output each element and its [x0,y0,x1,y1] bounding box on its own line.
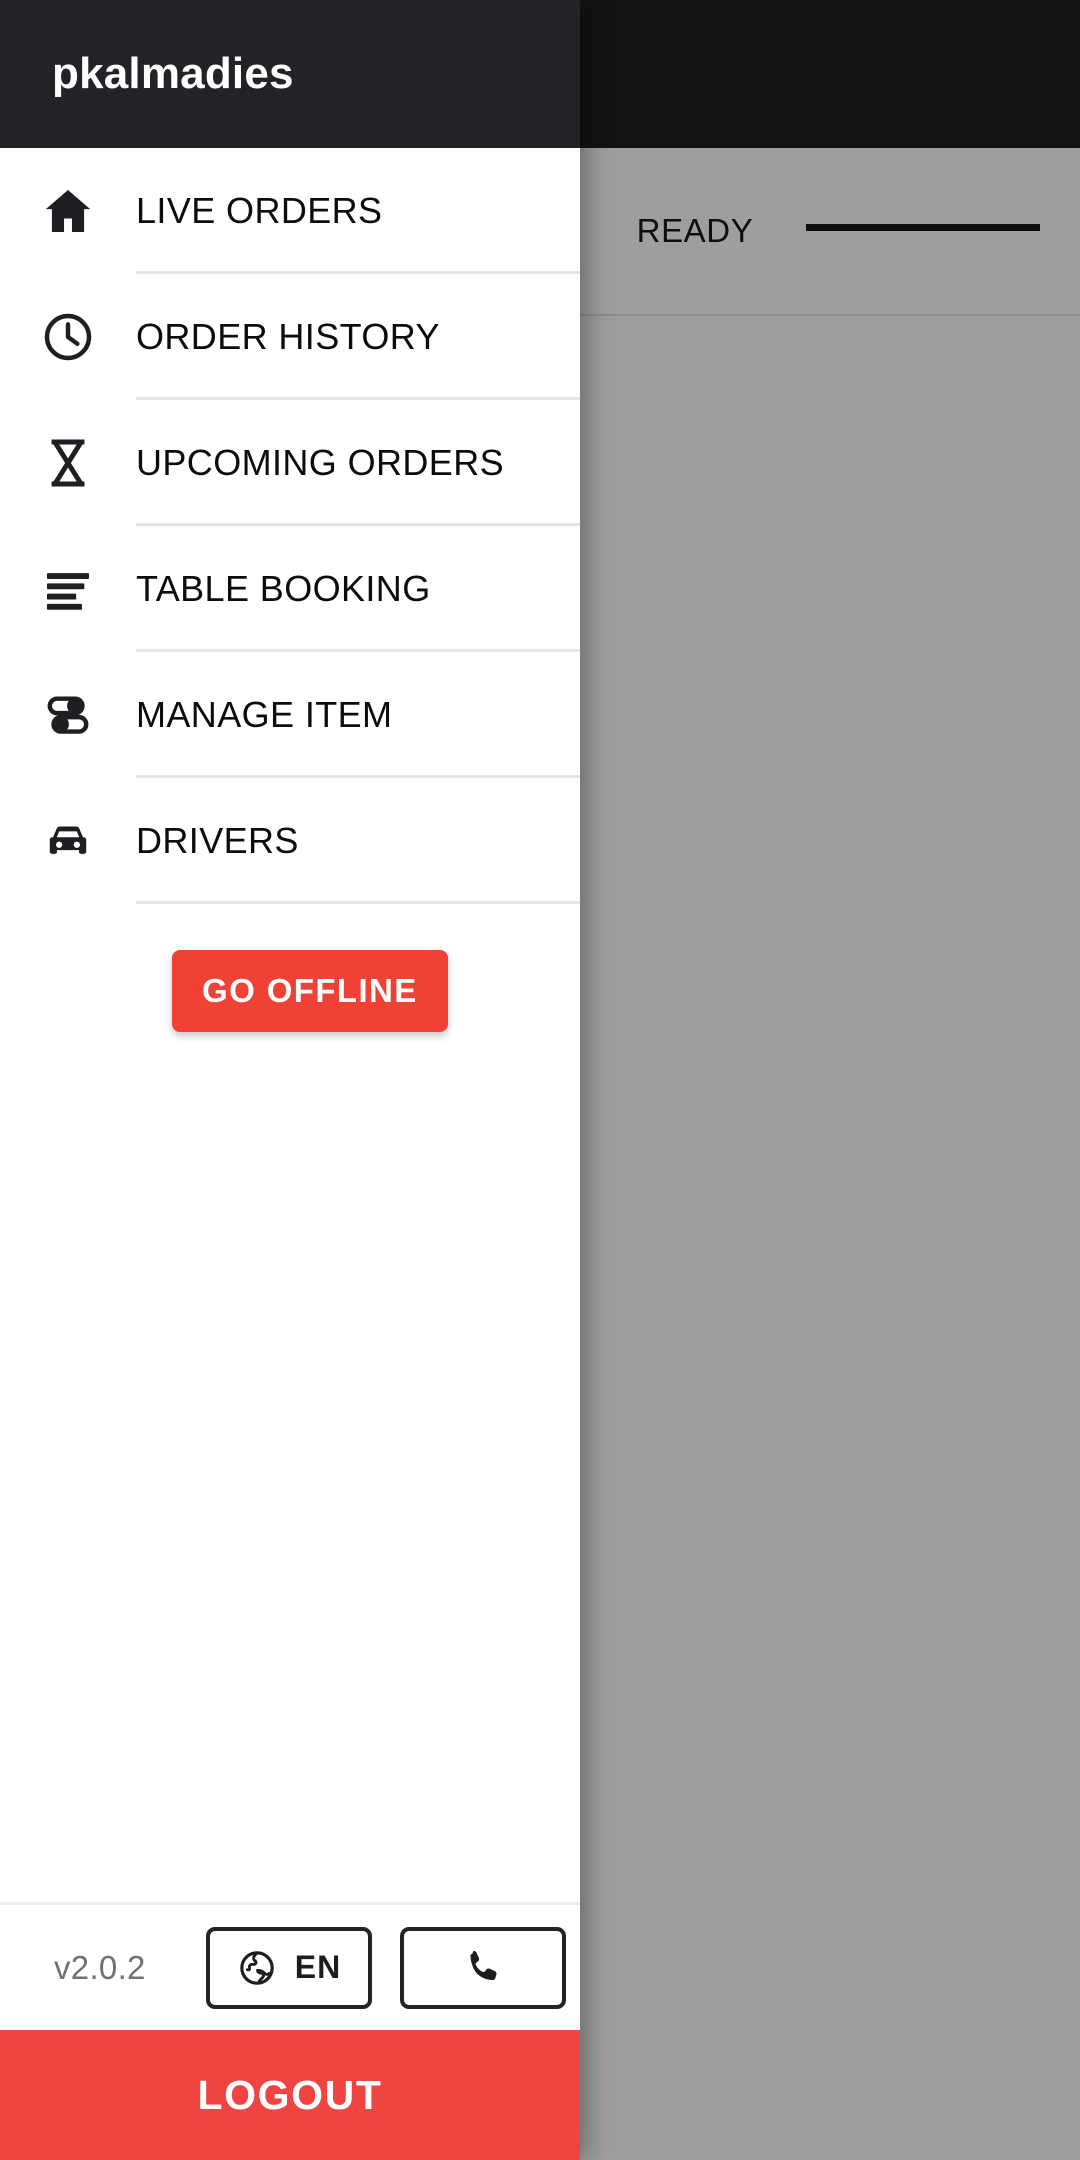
language-button[interactable]: EN [206,1926,372,2009]
sidebar-item-label: DRIVERS [136,820,299,861]
sidebar-item-label: MANAGE ITEM [136,694,393,735]
clock-icon [0,309,136,365]
logout-label: LOGOUT [197,2071,383,2118]
offline-button-row: GO OFFLINE [0,904,580,1032]
drawer-menu-list: LIVE ORDERS ORDER HISTORY UPCOMING ORDER… [0,148,580,904]
hourglass-icon [0,435,136,491]
logout-button[interactable]: LOGOUT [0,2030,580,2160]
menu-divider [136,901,580,904]
drawer-title: pkalmadies [52,49,294,98]
sidebar-item-manage-item[interactable]: MANAGE ITEM [0,652,580,778]
sidebar-item-label: LIVE ORDERS [136,190,383,231]
sidebar-item-drivers[interactable]: DRIVERS [0,778,580,904]
language-label: EN [294,1949,342,1985]
app-version-label: v2.0.2 [54,1948,146,1986]
sidebar-item-table-booking[interactable]: TABLE BOOKING [0,526,580,652]
drawer-header: pkalmadies [0,0,580,148]
list-lines-icon [0,561,136,617]
sidebar-item-label: TABLE BOOKING [136,568,431,609]
phone-icon [460,1945,506,1991]
sidebar-item-order-history[interactable]: ORDER HISTORY [0,274,580,400]
navigation-drawer: pkalmadies LIVE ORDERS ORDER HISTORY UPC… [0,0,580,2160]
home-icon [0,183,136,239]
sidebar-item-live-orders[interactable]: LIVE ORDERS [0,148,580,274]
sidebar-item-upcoming-orders[interactable]: UPCOMING ORDERS [0,400,580,526]
sidebar-item-label: UPCOMING ORDERS [136,442,505,483]
globe-icon [237,1948,277,1988]
drawer-footer: v2.0.2 EN [0,1902,580,2030]
car-icon [0,813,136,869]
toggles-icon [0,687,136,743]
go-offline-button[interactable]: GO OFFLINE [172,950,448,1032]
sidebar-item-label: ORDER HISTORY [136,316,440,357]
call-button[interactable] [400,1926,566,2009]
drawer-scroll-area[interactable]: LIVE ORDERS ORDER HISTORY UPCOMING ORDER… [0,148,580,1948]
screen-root: READY pkalmadies LIVE ORDERS ORDER HISTO… [0,0,1080,2160]
